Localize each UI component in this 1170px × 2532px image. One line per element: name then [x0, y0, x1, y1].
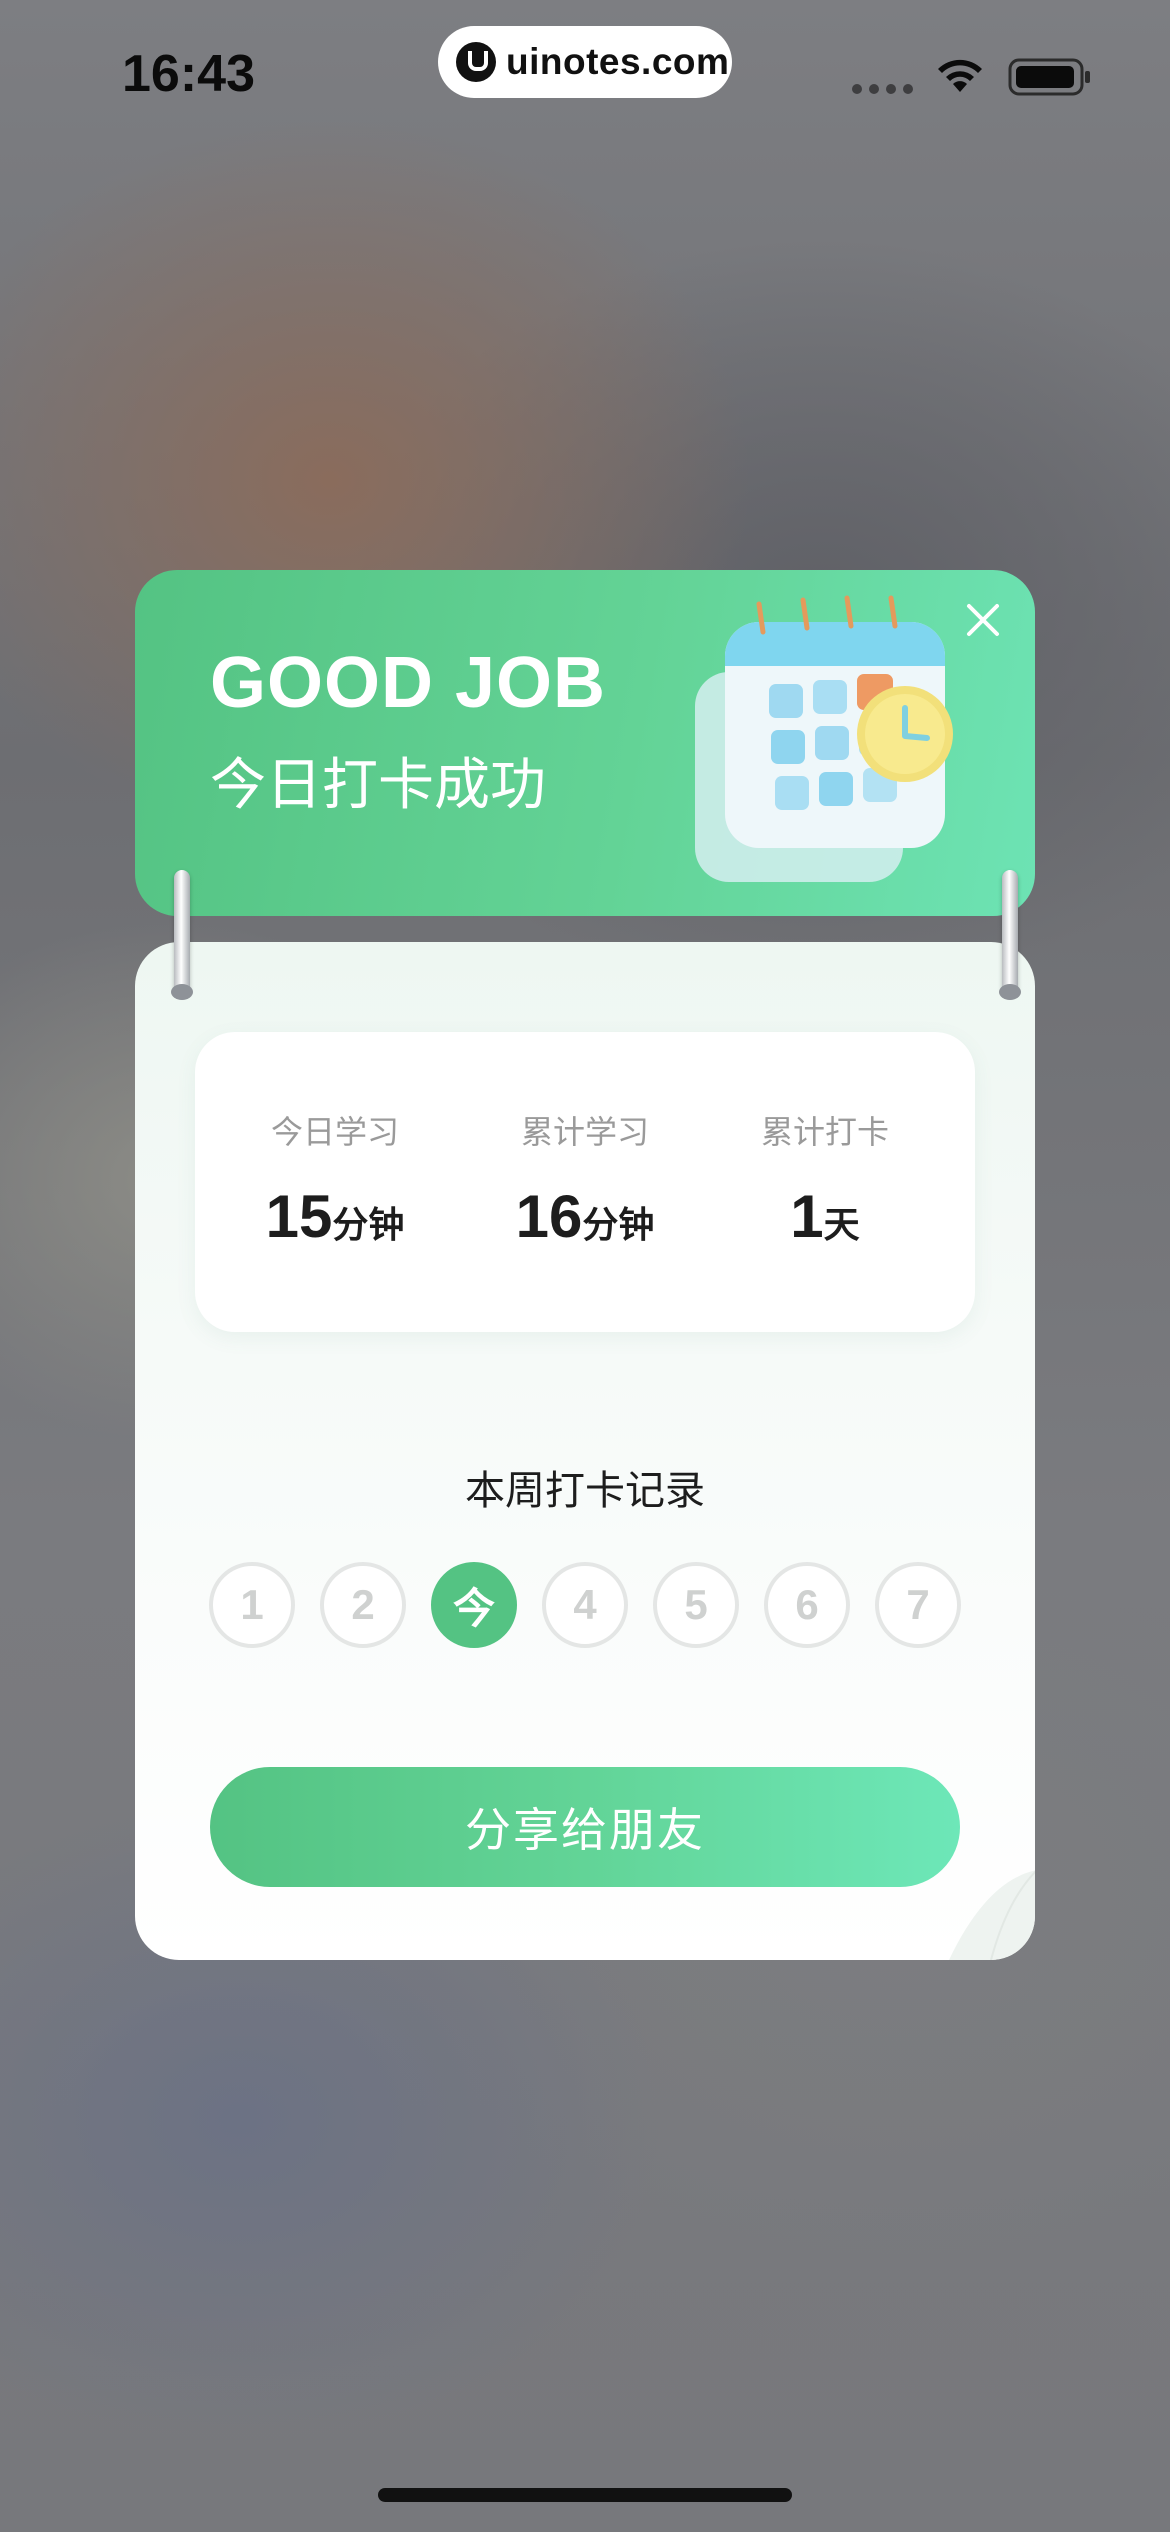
close-button[interactable]: [955, 592, 1011, 648]
stat-label: 累计学习: [520, 1113, 649, 1151]
status-time: 16:43: [122, 45, 255, 103]
stat-label: 今日学习: [270, 1113, 399, 1151]
share-button[interactable]: 分享给朋友: [210, 1767, 960, 1887]
page-curl-decoration: [949, 1870, 1035, 1960]
checkin-card: 今日学习 15分钟 累计学习 16分钟 累计打卡 1天 本周打卡记录 1 2 今…: [135, 942, 1035, 1960]
stat-value: 1: [790, 1183, 824, 1250]
day-circle: 2: [320, 1562, 406, 1648]
day-circle: 5: [653, 1562, 739, 1648]
stat-value: 16: [515, 1183, 583, 1250]
wifi-icon: [938, 59, 982, 92]
url-pill[interactable]: uinotes.com: [438, 26, 732, 98]
calendar-clock-illustration: [695, 595, 953, 882]
banner-subtitle: 今日打卡成功: [210, 753, 546, 818]
hanging-hook-left: [171, 870, 193, 1000]
url-text: uinotes.com: [506, 41, 730, 82]
stat-unit: 天: [823, 1205, 860, 1246]
hanging-hook-right: [999, 870, 1021, 1000]
home-indicator: [378, 2488, 792, 2502]
day-circle: 1: [209, 1562, 295, 1648]
cellular-signal-icon: [852, 84, 913, 94]
day-circle: 7: [875, 1562, 961, 1648]
day-circle-today: 今: [431, 1562, 517, 1648]
day-circle: 6: [764, 1562, 850, 1648]
stat-unit: 分钟: [332, 1205, 405, 1246]
stats-summary: 今日学习 15分钟 累计学习 16分钟 累计打卡 1天: [195, 1032, 975, 1332]
week-day-row: 1 2 今 4 5 6 7: [209, 1562, 961, 1648]
day-circle: 4: [542, 1562, 628, 1648]
stat-label: 累计打卡: [760, 1113, 889, 1151]
week-record-title: 本周打卡记录: [465, 1468, 705, 1514]
success-banner: GOOD JOB 今日打卡成功: [135, 570, 1035, 916]
stat-unit: 分钟: [582, 1205, 655, 1246]
banner-title: GOOD JOB: [210, 643, 607, 723]
close-icon: [967, 604, 999, 636]
battery-icon: [1008, 58, 1090, 96]
stat-value: 15: [265, 1183, 333, 1250]
site-logo-icon: [456, 42, 496, 82]
